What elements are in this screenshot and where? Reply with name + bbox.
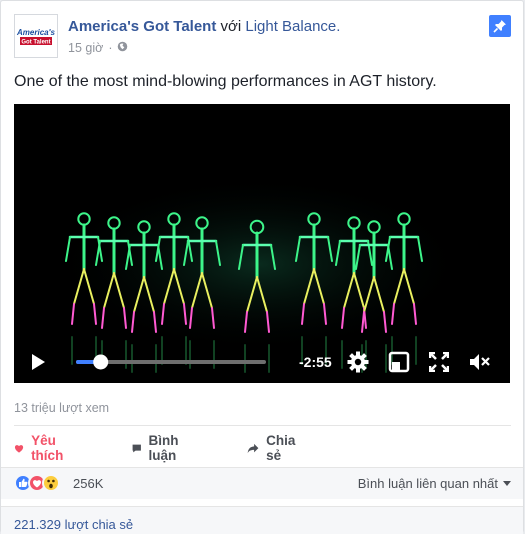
progress-handle[interactable] — [93, 354, 109, 370]
comment-sort-label: Bình luận liên quan nhất — [357, 476, 498, 491]
post-author-line: America's Got Talent với Light Balance. — [68, 18, 340, 35]
post-text: One of the most mind-blowing performance… — [14, 73, 437, 90]
reactions-row: 256K Bình luận liên quan nhất — [1, 467, 523, 499]
globe-icon[interactable] — [117, 41, 128, 55]
progress-bar[interactable] — [76, 353, 266, 371]
view-count[interactable]: 13 triệu lượt xem — [14, 401, 109, 415]
settings-icon[interactable] — [347, 351, 369, 373]
play-icon[interactable] — [30, 353, 46, 371]
share-icon — [247, 443, 259, 453]
svg-text:Got Talent: Got Talent — [21, 40, 50, 46]
post-meta: 15 giờ · — [68, 41, 128, 55]
like-button[interactable]: Yêu thích — [14, 433, 69, 463]
tagged-page-link[interactable]: Light Balance. — [245, 18, 340, 35]
pin-icon — [493, 20, 506, 33]
share-label: Chia sẻ — [266, 433, 296, 463]
reaction-icons[interactable] — [14, 474, 60, 492]
post-timestamp[interactable]: 15 giờ — [68, 41, 103, 55]
wow-reaction-icon — [42, 474, 60, 492]
comment-sort-dropdown[interactable]: Bình luận liên quan nhất — [358, 476, 511, 491]
caret-down-icon — [503, 480, 511, 486]
post-header: America's Got Talent America's Got Talen… — [14, 14, 511, 58]
svg-text:America's: America's — [16, 28, 55, 37]
with-text: với — [216, 18, 246, 35]
video-player[interactable]: -2:55 — [14, 104, 510, 383]
post-card: America's Got Talent America's Got Talen… — [0, 0, 524, 534]
fullscreen-icon[interactable] — [429, 352, 449, 372]
minimize-icon[interactable] — [388, 351, 410, 373]
mute-icon[interactable] — [469, 353, 491, 371]
reaction-count[interactable]: 256K — [73, 476, 103, 491]
page-name-link[interactable]: America's Got Talent — [68, 18, 216, 35]
comment-button[interactable]: Bình luận — [132, 433, 185, 463]
share-button[interactable]: Chia sẻ — [247, 433, 300, 463]
pin-button[interactable] — [489, 15, 511, 37]
comment-label: Bình luận — [148, 433, 179, 463]
shares-row: 221.329 lượt chia sẻ — [1, 506, 523, 534]
share-count-link[interactable]: 221.329 lượt chia sẻ — [14, 517, 133, 532]
video-controls: -2:55 — [14, 341, 510, 383]
comment-icon — [132, 444, 141, 452]
time-remaining: -2:55 — [299, 354, 332, 370]
like-label: Yêu thích — [31, 433, 64, 463]
heart-icon — [14, 444, 24, 453]
divider — [14, 425, 511, 426]
page-logo[interactable]: America's Got Talent — [14, 14, 58, 58]
